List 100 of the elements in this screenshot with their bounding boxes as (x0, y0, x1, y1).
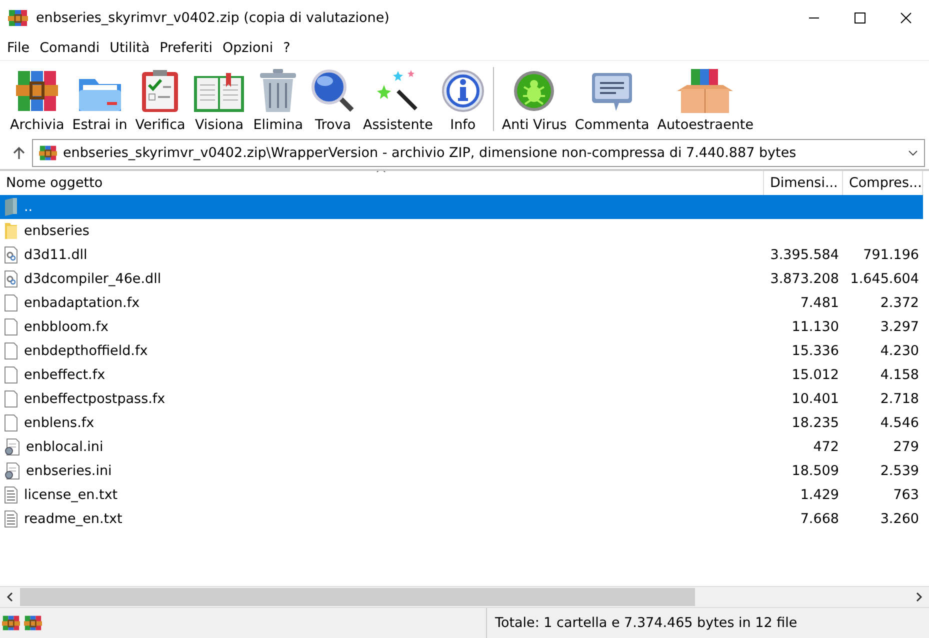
toolbar-button[interactable]: Anti Virus (498, 67, 571, 137)
file-name: enblocal.ini (26, 439, 104, 455)
file-gear-icon (4, 270, 18, 288)
file-row[interactable]: readme_en.txt 7.668 3.260 (0, 507, 923, 531)
size-cell: 7.668 (800, 511, 839, 527)
address-field[interactable]: enbseries_skyrimvr_v0402.zip\WrapperVersion - archivio ZIP, dimensione non-compressa di 7.440.887 bytes (32, 139, 925, 167)
packed-size-cell: 4.230 (880, 343, 919, 359)
info-icon (440, 69, 485, 113)
size-cell: 11.130 (792, 319, 839, 335)
up-arrow-icon[interactable] (12, 146, 26, 160)
file-row[interactable]: enbseries (0, 219, 923, 243)
file-icon (4, 366, 18, 384)
file-name: d3dcompiler_46e.dll (24, 271, 162, 287)
packed-size-cell: 2.539 (880, 463, 919, 479)
maximize-icon (854, 12, 866, 24)
toolbar-button[interactable]: Visiona (189, 67, 250, 137)
file-row[interactable]: enbdepthoffield.fx 15.336 4.230 (0, 339, 923, 363)
status-text: Totale: 1 cartella e 7.374.465 bytes in 12 file (495, 615, 798, 631)
archive-icon (2, 614, 20, 632)
file-row[interactable]: enbseries.ini 18.509 2.539 (0, 459, 923, 483)
file-row[interactable]: d3d11.dll 3.395.584 791.196 (0, 243, 923, 267)
close-icon (900, 12, 912, 24)
toolbar-button[interactable]: Assistente (359, 67, 437, 137)
size-cell: 3.873.208 (770, 271, 839, 287)
text-file-icon (4, 486, 18, 504)
size-cell: 10.401 (792, 391, 839, 407)
settings-file-icon (4, 438, 20, 456)
file-row[interactable]: enblocal.ini 472 279 (0, 435, 923, 459)
file-icon (4, 390, 18, 408)
file-name: enbbloom.fx (24, 319, 108, 335)
file-row[interactable]: d3dcompiler_46e.dll 3.873.208 1.645.604 (0, 267, 923, 291)
speech-bubble-icon (591, 71, 634, 113)
magic-wand-icon (376, 69, 420, 113)
file-icon (4, 318, 18, 336)
packed-size-cell: 763 (893, 487, 919, 503)
file-name: readme_en.txt (24, 511, 122, 527)
file-name: .. (24, 199, 33, 215)
folder-icon (4, 223, 18, 239)
file-name: d3d11.dll (24, 247, 88, 263)
file-name: enbadaptation.fx (24, 295, 140, 311)
file-row[interactable]: enbeffectpostpass.fx 10.401 2.718 (0, 387, 923, 411)
size-cell: 7.481 (800, 295, 839, 311)
dropdown-icon[interactable] (908, 150, 918, 156)
toolbar-button[interactable]: Verifica (131, 67, 190, 137)
file-row[interactable]: enbbloom.fx 11.130 3.297 (0, 315, 923, 339)
packed-size-cell: 2.372 (880, 295, 919, 311)
packed-size-cell: 4.158 (880, 367, 919, 383)
trash-icon (259, 69, 298, 113)
clipboard-icon (141, 69, 180, 113)
toolbar-button[interactable]: Estrai in (68, 67, 132, 137)
size-cell: 472 (813, 439, 839, 455)
menu-item[interactable]: Utilità (104, 40, 155, 56)
packed-size-cell: 2.718 (880, 391, 919, 407)
menu-item[interactable]: File (2, 40, 35, 56)
file-icon (4, 342, 18, 360)
packed-size-cell: 4.546 (880, 415, 919, 431)
file-row[interactable]: license_en.txt 1.429 763 (0, 483, 923, 507)
file-icon (4, 294, 18, 312)
box-icon (677, 69, 734, 113)
text-file-icon (4, 510, 18, 528)
toolbar-button[interactable]: Info (436, 67, 489, 137)
packed-size-cell: 3.297 (880, 319, 919, 335)
settings-file-icon (4, 462, 20, 480)
toolbar-button[interactable]: Archivia (6, 67, 68, 137)
file-name: license_en.txt (24, 487, 118, 503)
file-name: enblens.fx (24, 415, 94, 431)
toolbar-button[interactable]: Trova (307, 67, 360, 137)
file-row[interactable]: enblens.fx 18.235 4.546 (0, 411, 923, 435)
size-cell: 18.235 (792, 415, 839, 431)
packed-size-cell: 791.196 (863, 247, 919, 263)
menu-item[interactable]: ? (278, 40, 296, 56)
menu-item[interactable]: Preferiti (154, 40, 218, 56)
toolbar-button[interactable]: Elimina (249, 67, 308, 137)
books-icon (16, 69, 58, 113)
file-row[interactable]: enbeffect.fx 15.012 4.158 (0, 363, 923, 387)
file-name: enbseries.ini (26, 463, 112, 479)
menu-item[interactable]: Opzioni (217, 40, 278, 56)
file-row[interactable]: enbadaptation.fx 7.481 2.372 (0, 291, 923, 315)
size-cell: 18.509 (792, 463, 839, 479)
packed-size-cell: 3.260 (880, 511, 919, 527)
file-name: enbseries (24, 223, 90, 239)
file-name: enbdepthoffield.fx (24, 343, 148, 359)
size-cell: 15.336 (792, 343, 839, 359)
size-cell: 15.012 (792, 367, 839, 383)
toolbar-button[interactable]: Autoestraente (653, 67, 758, 137)
bug-icon (512, 69, 556, 113)
size-cell: 1.429 (800, 487, 839, 503)
app-logo-icon (8, 8, 28, 28)
book-icon (193, 73, 246, 113)
toolbar-button[interactable]: Commenta (570, 67, 654, 137)
magnifier-icon (311, 69, 356, 113)
archive-icon (39, 144, 57, 162)
file-name: enbeffectpostpass.fx (24, 391, 166, 407)
folder-up-icon (4, 198, 18, 216)
packed-size-cell: 1.645.604 (850, 271, 919, 287)
packed-size-cell: 279 (893, 439, 919, 455)
file-icon (4, 414, 18, 432)
file-row[interactable]: .. (0, 195, 923, 219)
file-name: enbeffect.fx (24, 367, 106, 383)
menu-item[interactable]: Comandi (34, 40, 105, 56)
